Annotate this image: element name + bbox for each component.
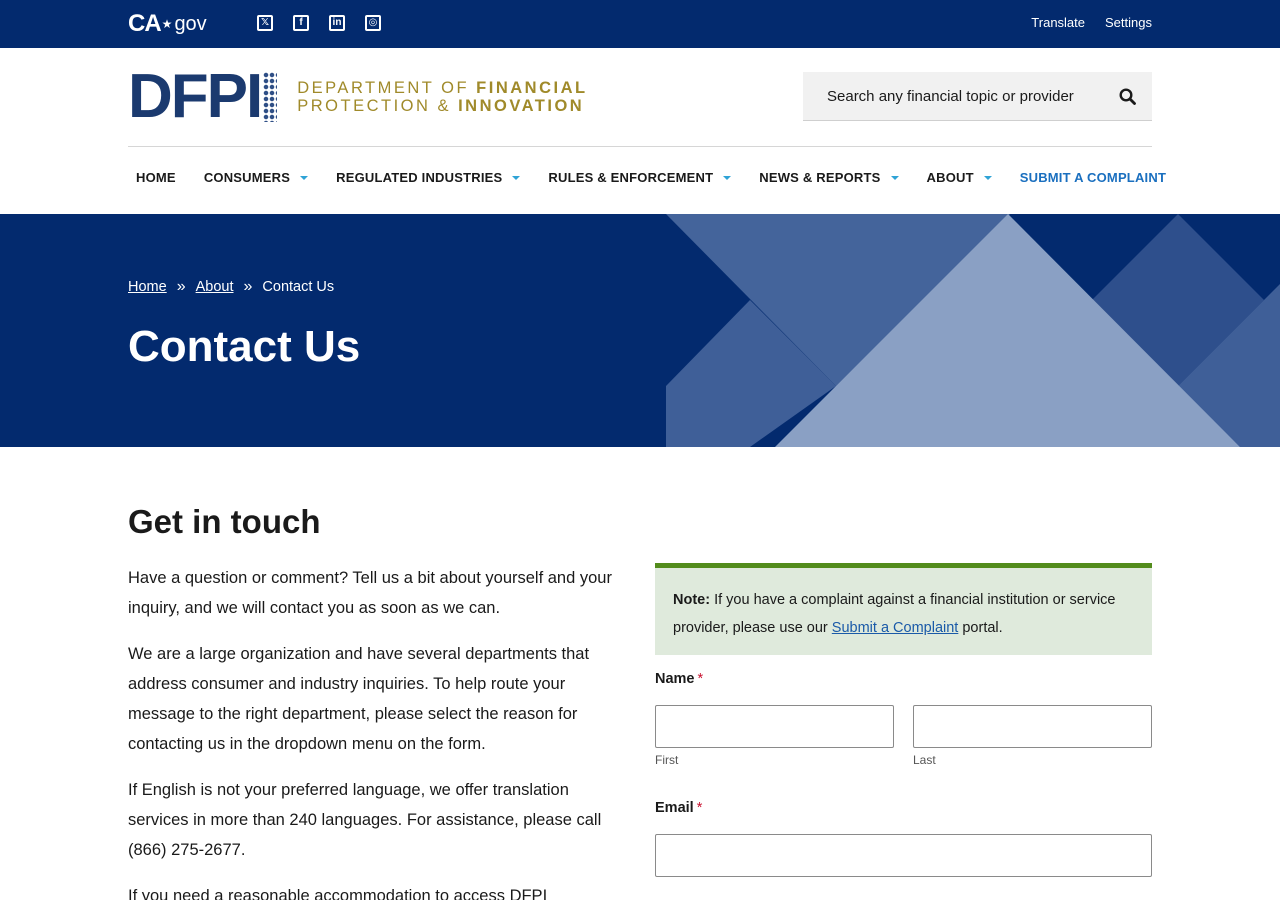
name-label: Name * <box>655 671 704 687</box>
caret-down-icon <box>300 175 309 180</box>
breadcrumb-current: Contact Us <box>262 279 335 295</box>
intro-paragraph: If English is not your preferred languag… <box>128 781 602 859</box>
utility-links: Translate Settings <box>1031 15 1152 30</box>
breadcrumb-home[interactable]: Home <box>128 279 167 295</box>
first-name-label: First <box>655 753 679 767</box>
nav-item-rules-enforcement[interactable]: RULES & ENFORCEMENT <box>540 170 751 185</box>
search-icon <box>1118 87 1136 105</box>
breadcrumb-about[interactable]: About <box>196 279 234 295</box>
settings-link[interactable]: Settings <box>1105 15 1152 30</box>
last-name-label: Last <box>913 753 936 767</box>
complaint-note: Note: If you have a complaint against a … <box>655 563 1152 655</box>
section-heading: Get in touch <box>128 503 321 540</box>
dfpi-logo-mark: DFPI <box>128 72 262 122</box>
ca-logo-text: CA <box>128 10 162 37</box>
intro-paragraph: We are a large organization and have sev… <box>128 645 590 753</box>
nav-item-consumers[interactable]: CONSUMERS <box>196 170 328 185</box>
search-input[interactable] <box>803 72 1093 120</box>
linkedin-icon[interactable]: in <box>329 15 345 31</box>
caret-down-icon <box>890 175 899 180</box>
bear-icon: ★ <box>161 17 173 31</box>
page-hero: Home » About » Contact Us Contact Us <box>0 214 1280 447</box>
note-text-end: portal. <box>958 620 1003 636</box>
required-marker: * <box>696 800 703 816</box>
submit-complaint-link[interactable]: Submit a Complaint <box>832 620 959 636</box>
site-search <box>803 72 1152 121</box>
main-nav: HOME CONSUMERS REGULATED INDUSTRIES RULE… <box>0 146 1280 214</box>
facebook-icon[interactable]: f <box>293 15 309 31</box>
nav-divider <box>128 146 1152 147</box>
email-label: Email * <box>655 800 703 816</box>
chevron-right-icon: » <box>243 278 253 295</box>
dfpi-logo[interactable]: DFPI DEPARTMENT OF FINANCIAL PROTECTION … <box>128 72 588 122</box>
nav-item-home[interactable]: HOME <box>128 170 196 185</box>
logo-dots-icon <box>263 72 278 122</box>
site-header: DFPI DEPARTMENT OF FINANCIAL PROTECTION … <box>0 48 1280 146</box>
breadcrumb: Home » About » Contact Us <box>128 278 334 296</box>
caret-down-icon <box>512 175 521 180</box>
nav-item-news-reports[interactable]: NEWS & REPORTS <box>751 170 918 185</box>
translate-link[interactable]: Translate <box>1031 15 1085 30</box>
last-name-input[interactable] <box>913 705 1152 748</box>
email-input[interactable] <box>655 834 1152 877</box>
caret-down-icon <box>723 175 732 180</box>
note-label: Note: <box>673 592 711 608</box>
instagram-icon[interactable]: ◎ <box>365 15 381 31</box>
main-content: Get in touch Have a question or comment?… <box>0 447 1280 900</box>
first-name-input[interactable] <box>655 705 894 748</box>
intro-paragraph: Have a question or comment? Tell us a bi… <box>128 569 612 617</box>
intro-text: Have a question or comment? Tell us a bi… <box>128 563 628 900</box>
intro-paragraph: If you need a reasonable accommodation t… <box>128 887 548 900</box>
nav-item-about[interactable]: ABOUT <box>919 170 1012 185</box>
chevron-right-icon: » <box>176 278 186 295</box>
x-twitter-icon[interactable]: 𝕏 <box>257 15 273 31</box>
caret-down-icon <box>983 175 992 180</box>
dfpi-logo-text: DEPARTMENT OF FINANCIAL PROTECTION & INN… <box>297 79 588 115</box>
page-title: Contact Us <box>128 322 361 371</box>
required-marker: * <box>697 671 704 687</box>
utility-bar: CA ★ gov 𝕏 f in ◎ Translate Settings <box>0 0 1280 48</box>
ca-gov-logo[interactable]: CA ★ gov <box>128 10 207 38</box>
social-links: 𝕏 f in ◎ <box>257 15 381 31</box>
search-button[interactable] <box>1102 72 1152 120</box>
gov-logo-text: gov <box>174 12 207 35</box>
nav-item-regulated-industries[interactable]: REGULATED INDUSTRIES <box>328 170 540 185</box>
nav-item-submit-complaint[interactable]: SUBMIT A COMPLAINT <box>1012 170 1174 185</box>
